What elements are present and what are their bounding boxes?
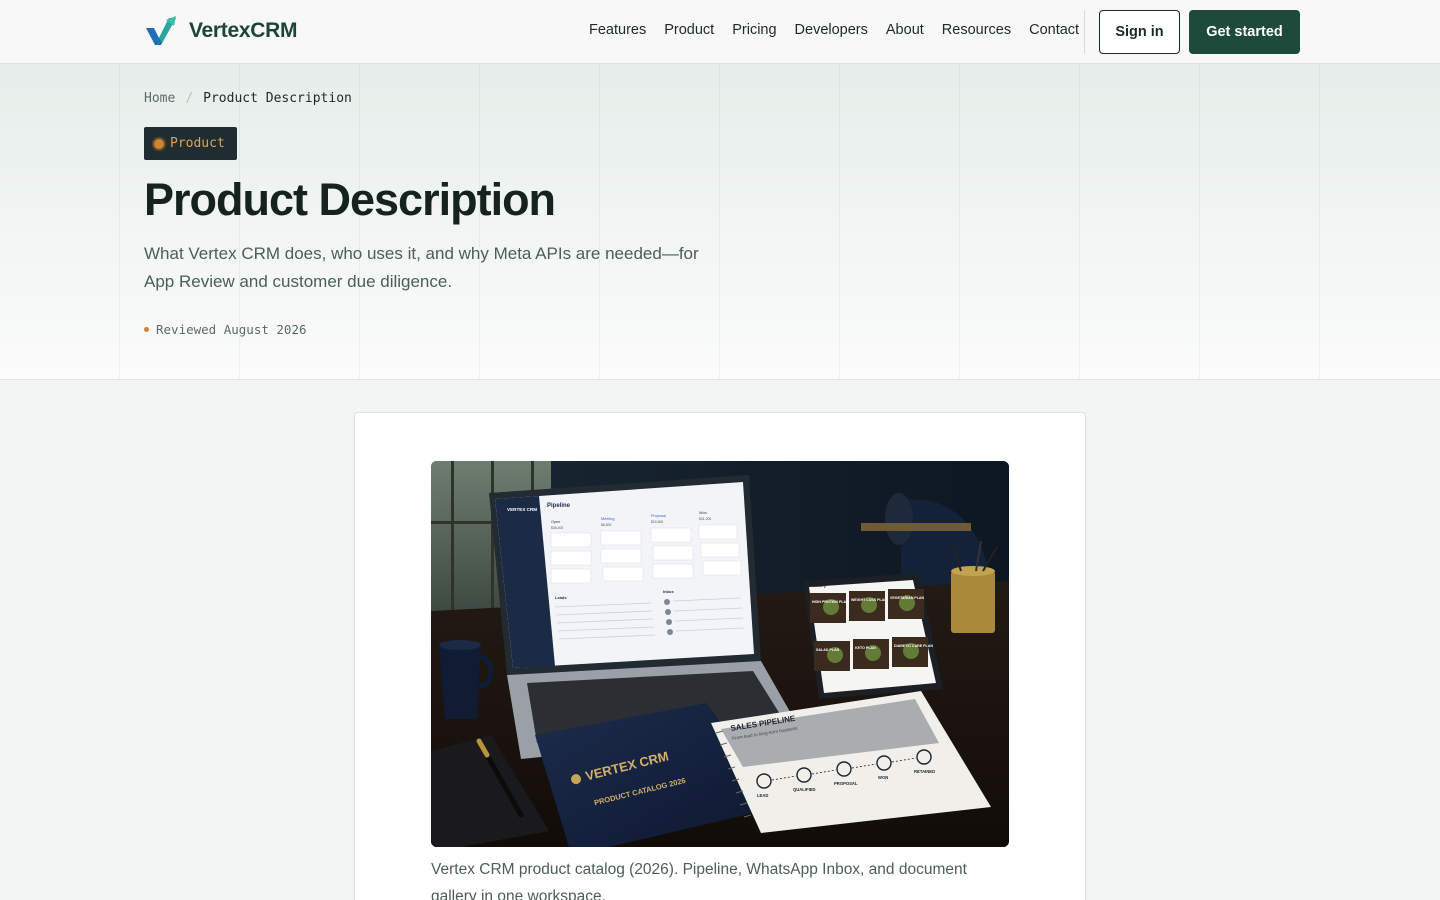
grid-line [1319,64,1320,379]
grid-line [1079,64,1080,379]
laptop-app-name: VERTEX CRM [507,507,537,512]
main-nav: Features Product Pricing Developers Abou… [589,22,1079,38]
status-dot-icon [154,138,164,149]
pipeline-column-proposal: Proposal [651,514,666,518]
grid-line [599,64,600,379]
top-navigation-bar: VertexCRM Features Product Pricing Devel… [0,0,1440,64]
grid-line [719,64,720,379]
tablet-tile-label: HIGH PROTEIN PLAN [812,600,849,604]
page-title: Product Description [144,174,556,225]
brochure-step: QUALIFIED [793,787,816,792]
reviewed-date-text: Reviewed August 2026 [156,322,307,337]
brochure-step: WON [878,775,888,780]
category-tag-label: Product [170,136,225,151]
nav-item-product[interactable]: Product [664,22,714,38]
nav-item-pricing[interactable]: Pricing [732,22,776,38]
tablet-tile-label: DIABETIC CARE PLAN [894,644,933,648]
brand-name: VertexCRM [189,19,298,42]
pipeline-total-proposal: $24,500 [651,520,663,524]
reviewed-date: Reviewed August 2026 [144,322,307,337]
grid-line [1199,64,1200,379]
brochure-step: LEAD [757,793,768,798]
brochure-step: RETAINED [914,769,935,774]
grid-line [839,64,840,379]
content-card: VERTEX CRM Pipeline Open Meeting Proposa… [354,412,1086,900]
sign-in-button[interactable]: Sign in [1099,10,1180,54]
tablet-gallery-heading: Gallery [812,583,827,588]
laptop-inbox-heading: Inbox [663,589,674,594]
tablet-tile-label: VEGETARIAN PLAN [890,596,924,600]
breadcrumb: Home / Product Description [144,91,352,106]
product-photo-illustration: VERTEX CRM Pipeline Open Meeting Proposa… [431,461,1009,847]
grid-line [959,64,960,379]
breadcrumb-current: Product Description [203,91,352,106]
breadcrumb-separator: / [185,91,194,106]
bullet-dot-icon [144,327,149,332]
nav-divider [1084,10,1085,54]
get-started-button[interactable]: Get started [1189,10,1300,54]
pipeline-column-meeting: Meeting [601,517,615,521]
laptop-leads-heading: Leads [555,595,567,600]
pipeline-total-open: $35,400 [551,526,563,530]
pipeline-column-open: Open [551,520,560,524]
nav-item-resources[interactable]: Resources [942,22,1011,38]
figure-caption: Vertex CRM product catalog (2026). Pipel… [431,861,967,900]
category-tag: Product [144,127,237,160]
product-catalog-photo: VERTEX CRM Pipeline Open Meeting Proposa… [431,461,1009,847]
breadcrumb-home-link[interactable]: Home [144,91,175,106]
pipeline-total-meeting: $6,500 [601,523,611,527]
nav-item-about[interactable]: About [886,22,924,38]
tablet-tile-label: KETO PLAN [855,646,876,650]
brand-logo-link[interactable]: VertexCRM [145,16,297,46]
laptop-pipeline-heading: Pipeline [547,503,571,509]
nav-item-contact[interactable]: Contact [1029,22,1079,38]
tablet-tile-label: WEIGHT LOSS PLAN [851,598,887,602]
tablet-tile-label: SALAD PLAN [816,648,840,652]
pipeline-total-won: $31,200 [699,517,711,521]
hero-section: Home / Product Description Product Produ… [0,64,1440,380]
pipeline-column-won: Won [699,511,707,515]
nav-item-developers[interactable]: Developers [795,22,868,38]
vertex-check-logo-icon [146,16,176,45]
page-subtitle: What Vertex CRM does, who uses it, and w… [144,244,699,291]
nav-item-features[interactable]: Features [589,22,646,38]
brochure-step: PROPOSAL [834,781,858,786]
grid-line [119,64,120,379]
